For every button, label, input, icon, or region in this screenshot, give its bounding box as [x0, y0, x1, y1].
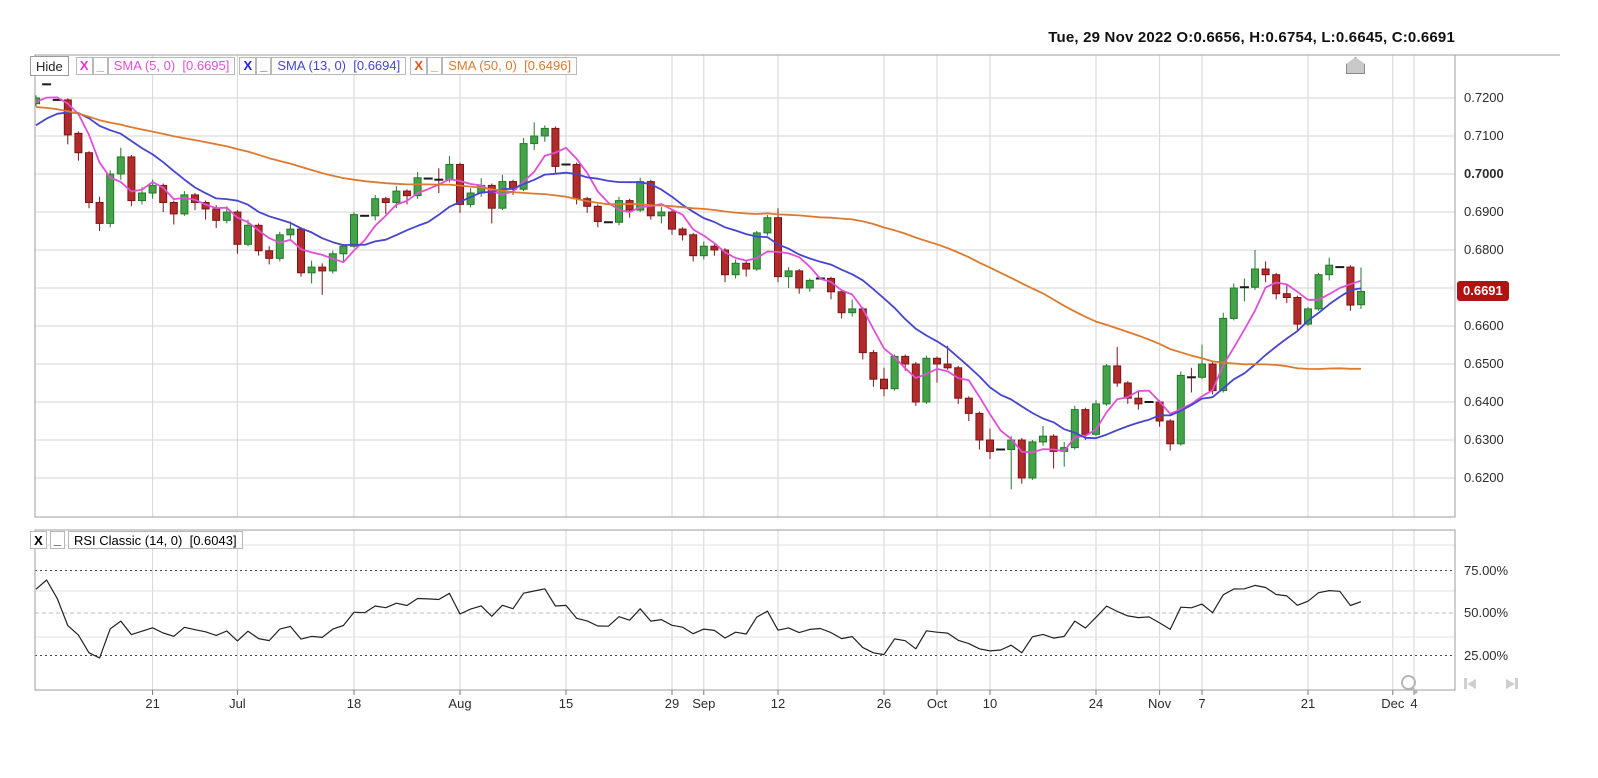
rsi-remove-button[interactable]: X — [30, 531, 47, 549]
price-axis-label: 0.7100 — [1464, 128, 1504, 143]
last-price-badge: 0.6691 — [1457, 281, 1509, 301]
sma-5-remove-button[interactable]: X — [76, 57, 93, 75]
rsi-minimize-button[interactable]: _ — [50, 531, 65, 549]
rsi-legend: X _ RSI Classic (14, 0) [0.6043] — [30, 531, 243, 549]
time-axis-label: 21 — [145, 696, 159, 711]
chart-canvas[interactable] — [0, 0, 1598, 778]
price-axis-label: 0.6200 — [1464, 470, 1504, 485]
sma-13-remove-button[interactable]: X — [239, 57, 256, 75]
time-axis-label: Dec — [1381, 696, 1404, 711]
time-axis-label: Oct — [927, 696, 947, 711]
ohlc-readout: Tue, 29 Nov 2022 O:0.6656, H:0.6754, L:0… — [1048, 29, 1455, 46]
rsi-axis-label: 50.00% — [1464, 605, 1508, 620]
time-axis-label: 12 — [771, 696, 785, 711]
sma-13-indicator-label[interactable]: SMA (13, 0) [0.6694] — [271, 57, 406, 75]
time-axis-label: 24 — [1089, 696, 1103, 711]
price-axis-label: 0.6500 — [1464, 356, 1504, 371]
time-axis-label: 10 — [983, 696, 997, 711]
price-axis-label: 0.6600 — [1464, 318, 1504, 333]
zoom-icon[interactable] — [1400, 674, 1420, 694]
trading-chart-app: Tue, 29 Nov 2022 O:0.6656, H:0.6754, L:0… — [0, 0, 1598, 778]
price-axis-label: 0.7000 — [1464, 166, 1504, 181]
rsi-axis-label: 75.00% — [1464, 563, 1508, 578]
sma-50-minimize-button[interactable]: _ — [427, 57, 442, 75]
price-axis-label: 0.6900 — [1464, 204, 1504, 219]
price-axis-label: 0.6800 — [1464, 242, 1504, 257]
time-axis-label: 15 — [559, 696, 573, 711]
rsi-indicator-label[interactable]: RSI Classic (14, 0) [0.6043] — [68, 531, 243, 549]
sma-50-indicator-label[interactable]: SMA (50, 0) [0.6496] — [442, 57, 577, 75]
time-axis-label: 18 — [347, 696, 361, 711]
sma-50-remove-button[interactable]: X — [410, 57, 427, 75]
time-axis-label: 26 — [877, 696, 891, 711]
hide-button[interactable]: Hide — [30, 56, 69, 76]
main-chart-legend: Hide X_SMA (5, 0) [0.6695]X_SMA (13, 0) … — [30, 56, 581, 76]
skip-to-end-icon[interactable] — [1506, 678, 1518, 689]
price-axis-label: 0.7200 — [1464, 90, 1504, 105]
sma-13-minimize-button[interactable]: _ — [256, 57, 271, 75]
time-axis-label: 29 — [665, 696, 679, 711]
time-axis-label: Jul — [229, 696, 246, 711]
indicator-buttons: X_SMA (5, 0) [0.6695]X_SMA (13, 0) [0.66… — [76, 57, 581, 76]
zoom-handle — [1411, 687, 1418, 694]
time-axis-label: 21 — [1301, 696, 1315, 711]
price-axis-label: 0.6400 — [1464, 394, 1504, 409]
time-axis-label: 7 — [1198, 696, 1205, 711]
time-axis-label: 4 — [1410, 696, 1417, 711]
price-axis-label: 0.6300 — [1464, 432, 1504, 447]
sma-5-minimize-button[interactable]: _ — [93, 57, 108, 75]
time-axis-label: Aug — [448, 696, 471, 711]
time-axis-label: Nov — [1148, 696, 1171, 711]
skip-to-start-icon[interactable] — [1464, 678, 1476, 689]
rsi-axis-label: 25.00% — [1464, 648, 1508, 663]
sma-5-indicator-label[interactable]: SMA (5, 0) [0.6695] — [108, 57, 236, 75]
time-axis-label: Sep — [692, 696, 715, 711]
